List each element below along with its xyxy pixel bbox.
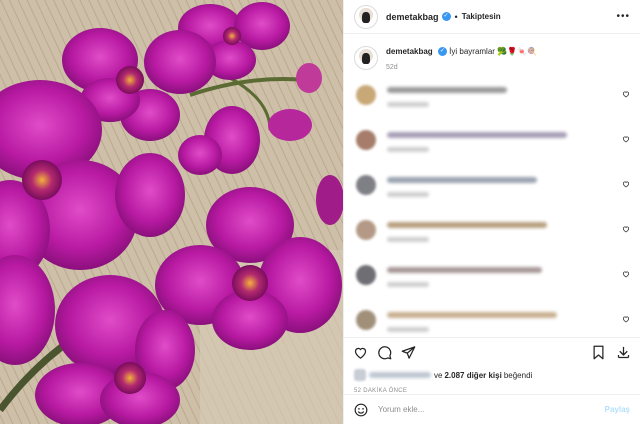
comment-input[interactable]	[378, 405, 605, 414]
comment-body-blurred	[387, 175, 630, 197]
post-header: demetakbag ✓ • Takiptesin •••	[344, 0, 640, 34]
comment-like-heart-icon[interactable]	[622, 270, 630, 278]
sweets-emoji-icon: 🍬	[517, 47, 528, 56]
comment-text-blurred	[387, 87, 507, 93]
separator-dot: •	[454, 11, 458, 22]
add-comment-bar: Paylaş	[344, 394, 640, 424]
likes-summary: ve 2.087 diğer kişi beğendi	[344, 367, 640, 381]
liker-name-blurred[interactable]	[369, 372, 431, 378]
lollipop-emoji-icon: 🍭	[527, 47, 538, 56]
likes-count[interactable]: 2.087 diğer kişi	[444, 371, 501, 380]
rose-emoji-icon: 🌹	[507, 47, 518, 56]
caption: demetakbag ✓ İyi bayramlar 🥦🌹🍬🍭 52d	[354, 46, 630, 71]
comment-like-heart-icon[interactable]	[622, 135, 630, 143]
caption-message: İyi bayramlar	[449, 47, 495, 56]
download-icon[interactable]	[616, 345, 631, 360]
post-photo[interactable]	[0, 0, 343, 424]
comment-text-blurred	[387, 267, 542, 273]
comment-meta-blurred	[387, 102, 429, 107]
action-bar	[344, 337, 640, 367]
comment-rows	[354, 85, 630, 337]
comment-body-blurred	[387, 130, 630, 152]
comment-body-blurred	[387, 265, 630, 287]
comment-row	[354, 85, 630, 116]
comment-like-heart-icon[interactable]	[622, 225, 630, 233]
comment-body-blurred	[387, 85, 630, 107]
caption-time: 52d	[386, 64, 398, 71]
commenter-avatar[interactable]	[356, 310, 376, 330]
comment-body-blurred	[387, 310, 630, 332]
likes-prefix: ve	[434, 370, 443, 380]
emoji-icon[interactable]	[354, 403, 368, 417]
comment-meta-blurred	[387, 327, 429, 332]
likes-suffix: beğendi	[503, 370, 533, 380]
comment-text-blurred	[387, 132, 567, 138]
orchid-image	[0, 0, 343, 424]
caption-text: demetakbag ✓ İyi bayramlar 🥦🌹🍬🍭	[386, 46, 537, 58]
caption-username[interactable]: demetakbag	[386, 47, 433, 56]
liker-avatar[interactable]	[354, 369, 366, 381]
comment-text-blurred	[387, 177, 537, 183]
comment-row	[354, 175, 630, 206]
share-icon[interactable]	[401, 345, 416, 360]
comment-like-heart-icon[interactable]	[622, 90, 630, 98]
comment-text-blurred	[387, 222, 547, 228]
caption-avatar[interactable]	[354, 46, 378, 70]
commenter-avatar[interactable]	[356, 85, 376, 105]
post-comment-button[interactable]: Paylaş	[605, 405, 630, 414]
comment-meta-blurred	[387, 282, 429, 287]
comment-icon[interactable]	[377, 345, 392, 360]
comment-like-heart-icon[interactable]	[622, 315, 630, 323]
follow-status-button[interactable]: Takiptesin	[462, 12, 501, 21]
comment-row	[354, 265, 630, 296]
broccoli-emoji-icon: 🥦	[497, 47, 508, 56]
post-side-panel: demetakbag ✓ • Takiptesin ••• demetakbag…	[343, 0, 640, 424]
comment-meta-blurred	[387, 237, 429, 242]
commenter-avatar[interactable]	[356, 175, 376, 195]
commenter-avatar[interactable]	[356, 265, 376, 285]
heart-icon[interactable]	[353, 345, 368, 360]
verified-badge-icon: ✓	[441, 12, 451, 21]
comments-list[interactable]: demetakbag ✓ İyi bayramlar 🥦🌹🍬🍭 52d	[344, 34, 640, 337]
action-bar-right	[581, 345, 631, 360]
comment-row	[354, 130, 630, 161]
post-time-ago: 52 DAKİKA ÖNCE	[354, 388, 408, 394]
comment-meta-blurred	[387, 192, 429, 197]
comment-row	[354, 310, 630, 337]
commenter-avatar[interactable]	[356, 130, 376, 150]
comment-meta-blurred	[387, 147, 429, 152]
comment-row	[354, 220, 630, 251]
commenter-avatar[interactable]	[356, 220, 376, 240]
comment-like-heart-icon[interactable]	[622, 180, 630, 188]
more-options-icon[interactable]: •••	[616, 11, 630, 22]
header-username[interactable]: demetakbag	[386, 12, 439, 22]
caption-body: demetakbag ✓ İyi bayramlar 🥦🌹🍬🍭 52d	[386, 46, 537, 71]
comment-text-blurred	[387, 312, 557, 318]
instagram-post: demetakbag ✓ • Takiptesin ••• demetakbag…	[0, 0, 640, 424]
verified-badge-icon: ✓	[437, 47, 447, 57]
bookmark-icon[interactable]	[591, 345, 606, 360]
profile-avatar[interactable]	[354, 4, 378, 29]
comment-body-blurred	[387, 220, 630, 242]
